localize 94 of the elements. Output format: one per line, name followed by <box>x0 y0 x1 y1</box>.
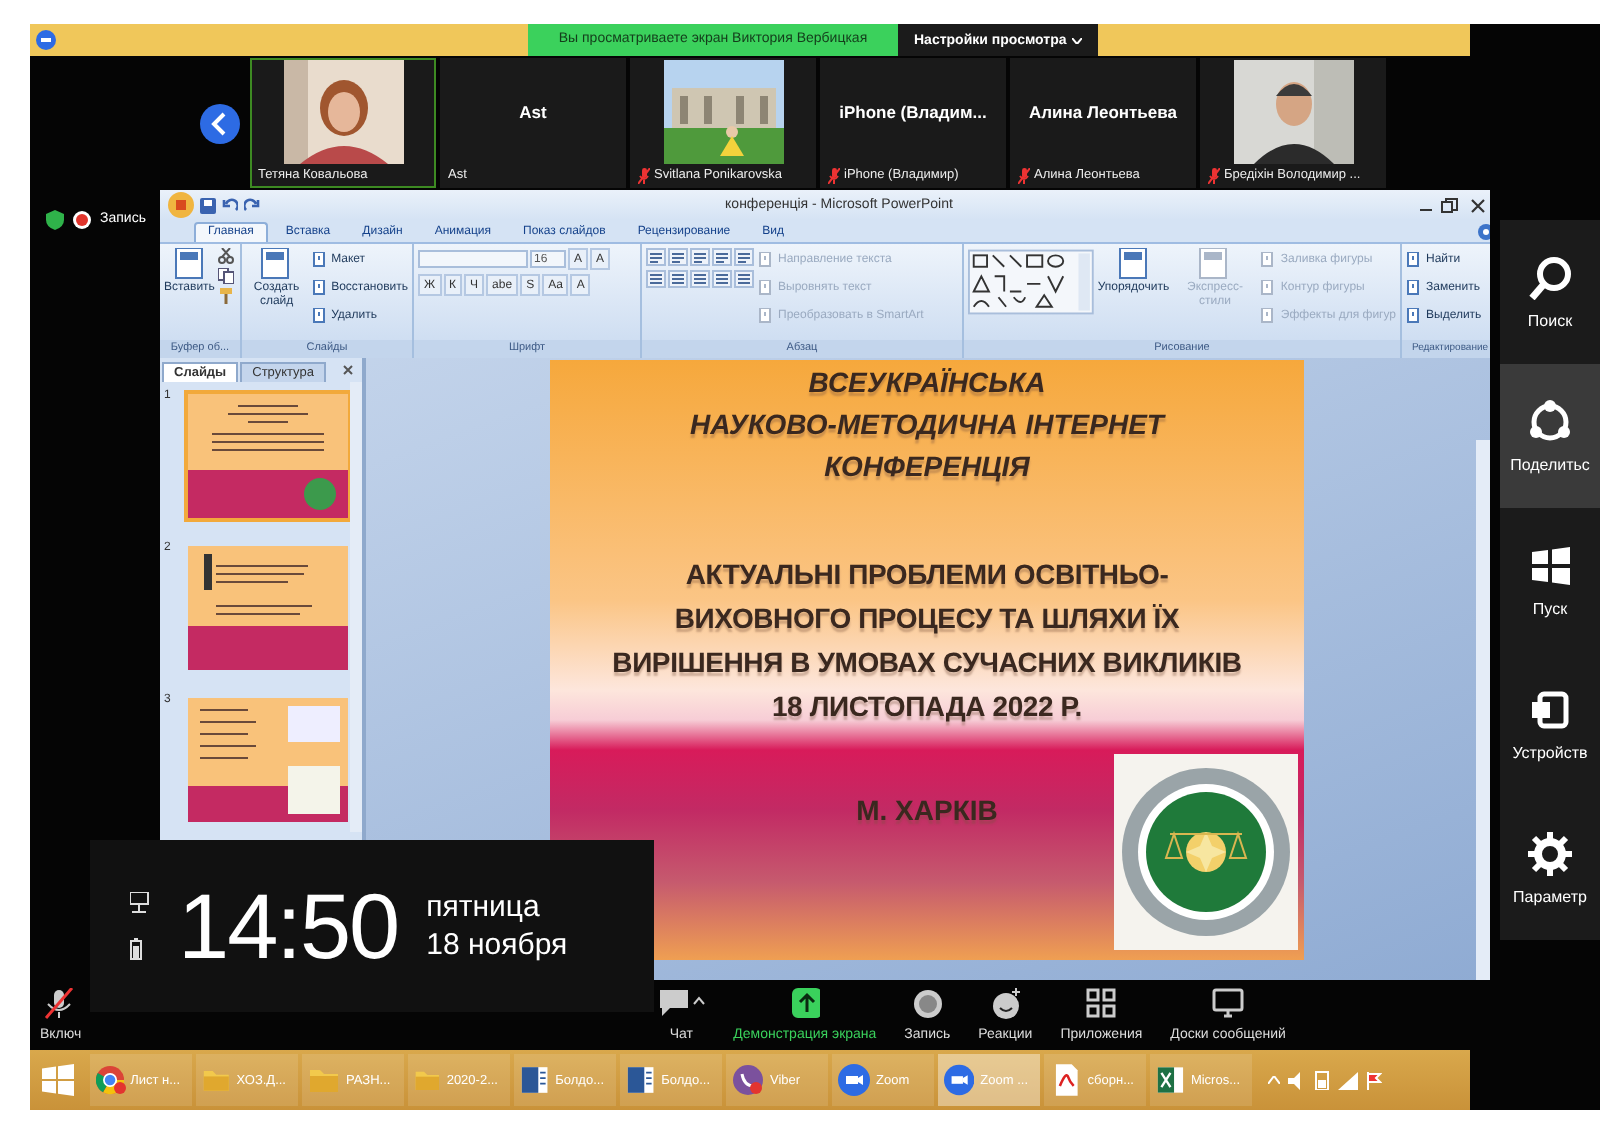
whiteboard-icon <box>1212 988 1245 1020</box>
scrollbar[interactable] <box>1476 440 1490 980</box>
participant-name: Алина Леонтьева <box>1029 102 1177 122</box>
muted-mic-icon <box>44 988 77 1020</box>
battery-icon[interactable] <box>1314 1070 1330 1090</box>
align-icon[interactable] <box>734 270 754 288</box>
document-icon <box>173 248 206 280</box>
slide-city: М. ХАРКІВ <box>856 794 998 826</box>
apps-icon <box>1085 988 1118 1020</box>
charm-button[interactable]: Пуск <box>1500 508 1600 652</box>
weekday: пятница <box>426 890 542 924</box>
office-button[interactable] <box>168 192 194 218</box>
font-name-field[interactable] <box>418 250 528 268</box>
document-icon <box>1260 252 1277 268</box>
slide-title: 18 ЛИСТОПАДА 2022 Р. <box>771 688 1083 726</box>
align-icon[interactable] <box>712 270 732 288</box>
slide-title: ВИХОВНОГО ПРОЦЕСУ ТА ШЛЯХИ ЇХ <box>674 600 1180 638</box>
document-icon <box>520 1064 550 1096</box>
document-icon <box>311 308 328 324</box>
slide-thumbnail[interactable] <box>188 546 348 670</box>
document-icon <box>311 252 328 268</box>
document-icon <box>260 248 293 280</box>
windows-logo-icon <box>1528 543 1572 587</box>
speaker-icon[interactable] <box>1288 1071 1306 1089</box>
save-icon[interactable] <box>200 197 216 213</box>
search-icon <box>1528 255 1572 299</box>
copy-icon[interactable] <box>218 268 235 284</box>
document-icon <box>758 280 774 296</box>
back-arrow-button[interactable] <box>200 103 240 143</box>
help-icon[interactable] <box>1478 223 1490 239</box>
align-icon[interactable] <box>690 270 710 288</box>
app-icon <box>36 30 56 50</box>
charm-button[interactable]: Поделитьс <box>1500 364 1600 508</box>
document-icon <box>1198 248 1231 280</box>
record-icon <box>72 210 92 230</box>
close-icon[interactable] <box>1466 197 1490 213</box>
list-icon[interactable] <box>734 248 754 266</box>
charm-button[interactable]: Параметр <box>1500 796 1600 940</box>
charm-button[interactable]: Устройств <box>1500 652 1600 796</box>
scissors-icon[interactable] <box>218 248 235 264</box>
devices-icon <box>1528 687 1572 731</box>
brush-icon[interactable] <box>218 288 235 304</box>
battery-icon <box>130 938 142 960</box>
spreadsheet-icon <box>1156 1064 1185 1096</box>
network-icon <box>130 892 150 914</box>
document-icon <box>311 280 328 296</box>
record-icon <box>911 988 944 1020</box>
charm-button[interactable]: Поиск <box>1500 220 1600 364</box>
slide-heading: НАУКОВО-МЕТОДИЧНА ІНТЕРНЕТ <box>690 406 1164 444</box>
slide-title: ВИРІШЕННЯ В УМОВАХ СУЧАСНИХ ВИКЛИКІВ <box>612 644 1242 682</box>
slide-heading: КОНФЕРЕНЦІЯ <box>824 448 1030 486</box>
video-camera-icon <box>838 1064 870 1096</box>
share-screen-icon <box>788 988 821 1020</box>
document-icon <box>758 308 774 324</box>
clock-time: 14:50 <box>178 872 399 980</box>
scrollbar[interactable] <box>350 382 362 832</box>
align-icon[interactable] <box>668 270 688 288</box>
list-icon[interactable] <box>712 248 732 266</box>
restore-icon[interactable] <box>1440 197 1460 213</box>
redo-icon[interactable] <box>244 197 260 213</box>
list-icon[interactable] <box>690 248 710 266</box>
slide-thumbnail[interactable] <box>188 394 348 518</box>
slide-heading: ВСЕУКРАЇНСЬКА <box>808 364 1046 402</box>
share-icon <box>1528 399 1572 443</box>
shield-icon <box>46 210 64 230</box>
chat-icon <box>657 988 706 1020</box>
video-camera-icon <box>944 1064 975 1096</box>
smiley-icon <box>989 988 1022 1020</box>
folder-icon <box>308 1064 340 1096</box>
emblem-icon <box>1114 754 1298 950</box>
participant-name: iPhone (Владим... <box>839 102 987 122</box>
slide-thumbnail[interactable] <box>188 698 348 822</box>
pdf-icon <box>1050 1064 1082 1096</box>
document-icon <box>758 252 774 268</box>
date: 18 ноября <box>426 928 568 962</box>
list-icon[interactable] <box>668 248 688 266</box>
caret-icon <box>1072 37 1083 43</box>
document-icon <box>626 1064 656 1096</box>
document-icon <box>1117 248 1150 280</box>
participant-name: Ast <box>519 102 547 122</box>
undo-icon[interactable] <box>222 197 238 213</box>
flag-icon[interactable] <box>1366 1071 1382 1089</box>
windows-logo-icon <box>42 1064 74 1096</box>
slide-title: АКТУАЛЬНІ ПРОБЛЕМИ ОСВІТНЬО- <box>685 556 1169 594</box>
list-icon[interactable] <box>646 248 666 266</box>
close-icon[interactable] <box>342 364 354 376</box>
document-icon <box>1260 280 1277 296</box>
document-icon <box>1406 308 1422 324</box>
document-icon <box>1406 252 1422 268</box>
document-icon <box>1406 280 1422 296</box>
settings-icon <box>1528 831 1572 875</box>
align-icon[interactable] <box>646 270 666 288</box>
document-icon <box>1260 308 1277 324</box>
shapes-gallery[interactable] <box>968 248 1094 316</box>
